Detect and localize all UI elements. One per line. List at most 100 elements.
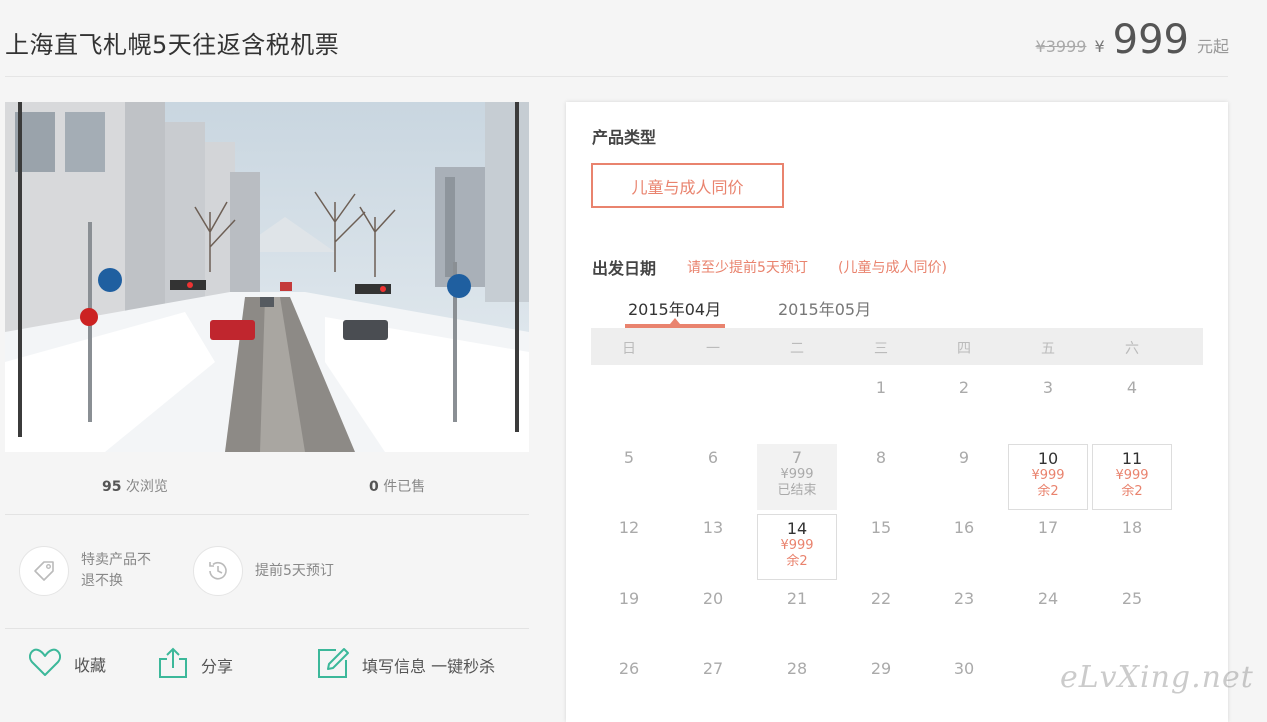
calendar-day-28: 28 [757,655,837,721]
day-number: 9 [958,448,970,467]
clock-history-icon [193,546,243,596]
day-number: 5 [623,448,635,467]
advance-booking-note: 请至少提前5天预订 [687,260,808,276]
weekday-label: 一 [706,341,720,357]
day-status: 已结束 [777,483,817,498]
tag-icon [19,546,69,596]
calendar-day-18: 18 [1092,514,1172,580]
calendar-day-5: 5 [589,444,669,510]
calendar-day-24: 24 [1008,585,1088,651]
day-number: 17 [1037,518,1059,537]
weekday-label: 四 [957,341,971,357]
calendar-day-26: 26 [589,655,669,721]
active-tab-caret [670,318,680,324]
calendar-day-22: 22 [841,585,921,651]
day-number: 8 [875,448,887,467]
calendar-day-13: 13 [673,514,753,580]
stats-row: 95 次浏览 0 件已售 [5,476,529,496]
day-status: 余2 [1037,484,1059,499]
edit-icon [316,646,350,684]
calendar-day-9: 9 [924,444,1004,510]
day-number: 12 [618,518,640,537]
day-number: 24 [1037,589,1059,608]
calendar-day-20: 20 [673,585,753,651]
calendar-day-21: 21 [757,585,837,651]
day-number: 30 [953,659,975,678]
calendar-day-8: 8 [841,444,921,510]
calendar-day-1: 1 [841,374,921,440]
price-box: ¥3999 ¥ 999 元起 [1036,18,1229,62]
product-photo [5,102,529,452]
calendar-day-11[interactable]: 11 ¥999 余2 [1092,444,1172,510]
day-number: 25 [1121,589,1143,608]
calendar-day-17: 17 [1008,514,1088,580]
day-number: 29 [870,659,892,678]
weekday-label: 三 [874,341,888,357]
fill-info-button[interactable]: 填写信息 一键秒杀 [316,646,495,684]
day-number: 20 [702,589,724,608]
share-button[interactable]: 分享 [157,646,233,684]
original-price: ¥3999 [1035,37,1087,56]
heart-icon [28,646,62,682]
feature-text: 特卖产品不退不换 [81,552,151,589]
calendar-day-29: 29 [841,655,921,721]
calendar-day-30: 30 [924,655,1004,721]
day-number: 22 [870,589,892,608]
calendar-day-15: 15 [841,514,921,580]
snowy-street-photo [5,102,529,452]
day-number: 18 [1121,518,1143,537]
calendar-day-6: 6 [673,444,753,510]
day-number: 10 [1037,449,1059,468]
calendar-day-12: 12 [589,514,669,580]
day-number: 13 [702,518,724,537]
weekday-label: 六 [1125,341,1139,357]
product-type-option[interactable]: 儿童与成人同价 [591,163,784,208]
weekday-label: 日 [622,341,636,357]
weekday-header: 日一二三四五六 [591,328,1203,365]
calendar-day-16: 16 [924,514,1004,580]
calendar-day-2: 2 [924,374,1004,440]
day-status: 余2 [786,554,808,569]
sale-price: 999 [1112,17,1189,63]
feature-text: 提前5天预订 [255,562,334,579]
calendar-day-7: 7 ¥999 已结束 [757,444,837,510]
share-icon [157,646,189,684]
day-price: ¥999 [1031,468,1065,483]
day-price: ¥999 [1115,468,1149,483]
day-number: 26 [618,659,640,678]
calendar-day-14[interactable]: 14 ¥999 余2 [757,514,837,580]
product-type-label: 产品类型 [592,128,657,147]
booking-panel: 产品类型 儿童与成人同价 出发日期 请至少提前5天预订 (儿童与成人同价) 20… [566,102,1228,722]
watermark: eLvXing.net [1060,660,1254,695]
day-number: 28 [786,659,808,678]
day-number: 4 [1126,378,1138,397]
calendar-day-25: 25 [1092,585,1172,651]
day-status: 余2 [1121,484,1143,499]
day-number: 11 [1121,449,1143,468]
price-note: (儿童与成人同价) [838,260,947,276]
departure-date-label: 出发日期 [592,259,657,278]
day-number: 6 [707,448,719,467]
day-number: 3 [1042,378,1054,397]
favorite-label: 收藏 [74,656,107,675]
calendar-day-23: 23 [924,585,1004,651]
day-number: 19 [618,589,640,608]
currency-symbol: ¥ [1094,37,1105,56]
day-price: ¥999 [780,538,814,553]
favorite-button[interactable]: 收藏 [28,646,106,682]
day-number: 23 [953,589,975,608]
weekday-label: 五 [1041,341,1055,357]
day-number: 27 [702,659,724,678]
divider [5,628,529,629]
day-number: 1 [875,378,887,397]
calendar-day-10[interactable]: 10 ¥999 余2 [1008,444,1088,510]
tab-month-april[interactable]: 2015年04月 [628,296,721,320]
calendar-day-27: 27 [673,655,753,721]
day-number: 16 [953,518,975,537]
day-price: ¥999 [780,467,814,482]
tab-month-may[interactable]: 2015年05月 [778,296,871,320]
feature-advance-booking: 提前5天预订 [193,546,335,596]
day-number: 21 [786,589,808,608]
share-label: 分享 [201,657,234,676]
divider [5,514,529,515]
